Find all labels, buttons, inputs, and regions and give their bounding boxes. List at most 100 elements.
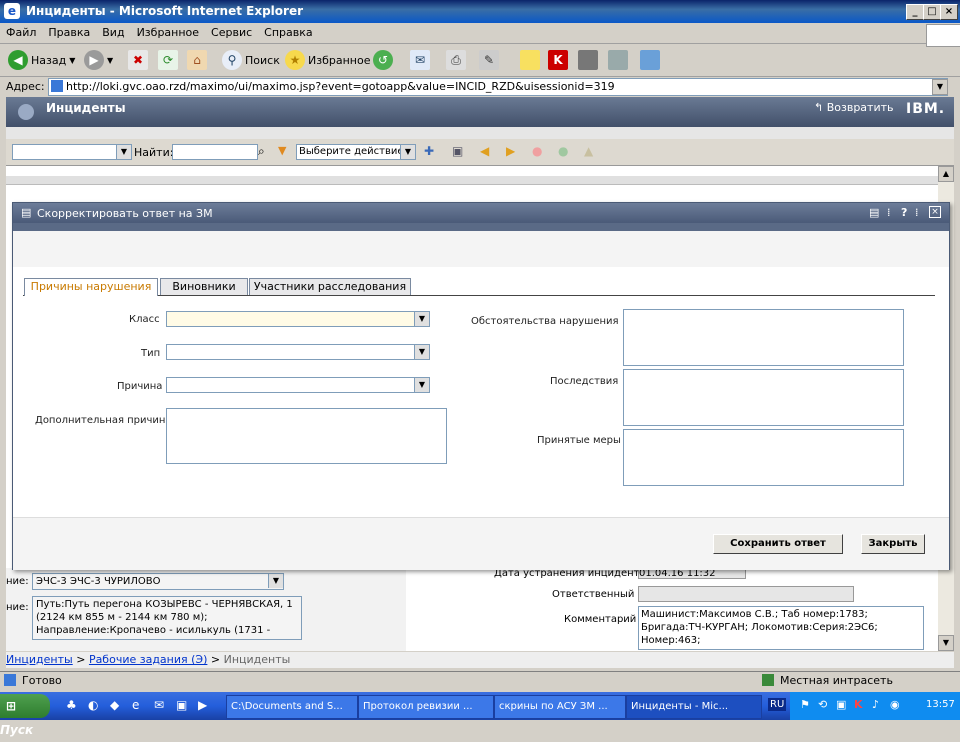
dialog-icon: ▤: [21, 206, 32, 219]
header-spacer: [6, 127, 954, 139]
workflow-icon[interactable]: ▲: [584, 144, 593, 158]
advanced-search-icon[interactable]: ▼: [278, 144, 286, 157]
star-icon: ★: [285, 50, 305, 70]
query-select[interactable]: ▼: [12, 144, 132, 160]
maximize-icon[interactable]: □: [923, 4, 941, 20]
tab-underline: [23, 295, 935, 296]
menu-favorites[interactable]: Избранное: [131, 23, 205, 39]
save-response-button[interactable]: Сохранить ответ: [713, 534, 843, 554]
antivirus-icon[interactable]: K: [548, 50, 568, 70]
breadcrumb-item[interactable]: Рабочие задания (Э): [89, 653, 207, 666]
note-icon[interactable]: [520, 50, 540, 70]
task-ie-incidents[interactable]: Инциденты - Mic...: [626, 695, 762, 719]
new-record-icon[interactable]: ✚: [424, 144, 434, 158]
right-panel: Дата устранения инцидента 01.04.16 11:32…: [406, 568, 938, 651]
task-word-protocol[interactable]: Протокол ревизии ...: [358, 695, 494, 719]
browser-toolbar: ◀ Назад ▼ ▶ ▼ ✖ ⟳ ⌂ ⚲ Поиск ★ Избранное ↺ …: [0, 44, 960, 77]
language-indicator[interactable]: RU: [768, 698, 787, 711]
tray-network-icon[interactable]: ⚑: [800, 698, 810, 711]
quicklaunch-media-icon[interactable]: ▶: [198, 698, 207, 712]
address-bar: Адрес: http://loki.gvc.oao.rzd/maximo/ui…: [0, 77, 960, 97]
tray-sync-icon[interactable]: ⟲: [818, 698, 827, 711]
address-dropdown-icon[interactable]: ▼: [932, 79, 948, 95]
quicklaunch-outlook-icon[interactable]: ✉: [154, 698, 164, 712]
class-label: Класс: [129, 314, 160, 325]
quicklaunch-drive-icon[interactable]: ◆: [110, 698, 119, 712]
tab-violation-causes[interactable]: Причины нарушения: [24, 278, 158, 296]
quicklaunch-tree-icon[interactable]: ♣: [66, 698, 77, 712]
chevron-down-icon: ▼: [268, 574, 283, 588]
print-icon[interactable]: ⎙: [446, 50, 466, 70]
tools-icon[interactable]: [578, 50, 598, 70]
task-explorer[interactable]: C:\Documents and S...: [226, 695, 358, 719]
reason-select[interactable]: ▼: [166, 377, 430, 393]
minimize-icon[interactable]: _: [906, 4, 924, 20]
measures-label: Принятые меры: [537, 435, 621, 446]
next-icon[interactable]: ▶: [506, 144, 515, 158]
circumstances-label: Обстоятельства нарушения: [471, 316, 619, 327]
measures-textarea[interactable]: [623, 429, 904, 486]
reason-label: Причина: [117, 381, 163, 392]
quicklaunch-ie-icon[interactable]: e: [132, 698, 139, 712]
previous-icon[interactable]: ◀: [480, 144, 489, 158]
refresh-icon[interactable]: ⟳: [158, 50, 178, 70]
tray-monitor-icon[interactable]: ▣: [836, 698, 846, 711]
menu-tools[interactable]: Сервис: [205, 23, 258, 39]
action-select[interactable]: Выберите действие ▼: [296, 144, 416, 160]
address-input[interactable]: http://loki.gvc.oao.rzd/maximo/ui/maximo…: [48, 78, 948, 96]
close-icon[interactable]: ×: [940, 4, 958, 20]
comment-textarea[interactable]: Машинист:Максимов С.В.; Таб номер:1783; …: [638, 606, 924, 650]
favorites-button[interactable]: ★ Избранное: [285, 50, 370, 70]
binoculars-icon[interactable]: ⌕: [258, 144, 265, 159]
type-select[interactable]: ▼: [166, 344, 430, 360]
class-select[interactable]: ▼: [166, 311, 430, 327]
chevron-down-icon: ▼: [414, 345, 429, 359]
research-icon[interactable]: [608, 50, 628, 70]
start-button[interactable]: ⊞ Пуск: [0, 694, 50, 737]
return-link[interactable]: ↰ Возвратить: [814, 101, 894, 114]
stop-record-icon[interactable]: ●: [532, 144, 542, 158]
tray-shield-icon[interactable]: ◉: [890, 698, 900, 711]
quicklaunch-disk-icon[interactable]: ◐: [88, 698, 98, 712]
menu-file[interactable]: Файл: [0, 23, 42, 39]
separator-icon: ⁞: [887, 206, 891, 219]
scroll-down-icon[interactable]: ▼: [938, 635, 954, 651]
extra-reason-textarea[interactable]: [166, 408, 447, 464]
edit-icon[interactable]: ✎: [479, 50, 499, 70]
tab-participants[interactable]: Участники расследования: [249, 278, 411, 295]
home-icon[interactable]: ⌂: [187, 50, 207, 70]
search-button[interactable]: ⚲ Поиск: [222, 50, 280, 70]
tray-antivirus-icon[interactable]: K: [854, 698, 863, 711]
consequences-textarea[interactable]: [623, 369, 904, 426]
close-button[interactable]: Закрыть: [861, 534, 925, 554]
org-select[interactable]: ЭЧС-3 ЭЧС-3 ЧУРИЛОВО ▼: [32, 573, 284, 590]
route-icon[interactable]: ●: [558, 144, 568, 158]
quicklaunch-desktop-icon[interactable]: ▣: [176, 698, 187, 712]
location-textarea[interactable]: Путь:Путь перегона КОЗЫРЕВС - ЧЕРНЯВСКАЯ…: [32, 596, 302, 640]
help-icon[interactable]: ?: [901, 206, 907, 219]
breadcrumb-item[interactable]: Инциденты: [6, 653, 73, 666]
search-icon: ⚲: [222, 50, 242, 70]
save-icon[interactable]: ▣: [452, 144, 463, 158]
mail-icon[interactable]: ✉: [410, 50, 430, 70]
back-button[interactable]: ◀ Назад ▼: [8, 50, 75, 70]
taskbar: ⊞ Пуск ♣ ◐ ◆ e ✉ ▣ ▶ C:\Documents and S.…: [0, 692, 960, 737]
menu-help[interactable]: Справка: [258, 23, 318, 39]
ie-icon: e: [4, 3, 20, 19]
dialog-menu-icon[interactable]: ▤: [869, 206, 879, 219]
stop-icon[interactable]: ✖: [128, 50, 148, 70]
forward-button[interactable]: ▶ ▼: [84, 50, 113, 70]
messenger-icon[interactable]: [640, 50, 660, 70]
scroll-up-icon[interactable]: ▲: [938, 166, 954, 182]
menu-edit[interactable]: Правка: [42, 23, 96, 39]
menu-view[interactable]: Вид: [96, 23, 130, 39]
tray-volume-icon[interactable]: ♪: [872, 698, 879, 711]
type-label: Тип: [141, 348, 161, 359]
history-icon[interactable]: ↺: [373, 50, 393, 70]
dialog-close-icon[interactable]: ×: [929, 206, 941, 218]
responsible-field[interactable]: [638, 586, 854, 602]
find-input[interactable]: [172, 144, 258, 160]
circumstances-textarea[interactable]: [623, 309, 904, 366]
tab-culprits[interactable]: Виновники: [160, 278, 248, 295]
task-word-screens[interactable]: скрины по АСУ ЗМ ...: [494, 695, 626, 719]
